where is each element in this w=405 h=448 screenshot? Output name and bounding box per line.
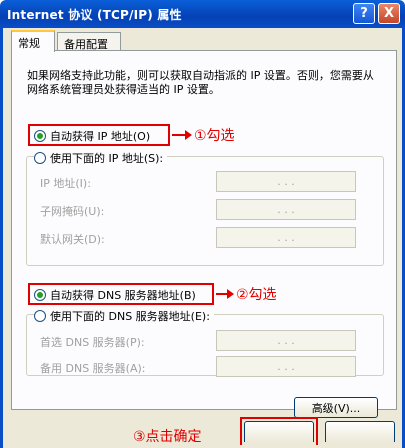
close-button[interactable]: X bbox=[378, 3, 400, 24]
default-gateway-label: 默认网关(D): bbox=[40, 233, 105, 246]
manual-dns-radio[interactable]: 使用下面的 DNS 服务器地址(E): bbox=[34, 308, 214, 324]
cancel-button[interactable] bbox=[325, 421, 395, 442]
ip-address-field[interactable]: . . . bbox=[216, 171, 356, 192]
manual-ip-radio[interactable]: 使用下面的 IP 地址(S): bbox=[34, 150, 168, 166]
subnet-mask-field[interactable]: . . . bbox=[216, 199, 356, 220]
preferred-dns-label: 首选 DNS 服务器(P): bbox=[40, 336, 145, 349]
arrow-step2 bbox=[216, 289, 234, 299]
tab-alternate-config[interactable]: 备用配置 bbox=[57, 32, 121, 52]
preferred-dns-field[interactable]: . . . bbox=[216, 330, 356, 351]
radio-indicator bbox=[34, 130, 46, 142]
general-panel: 如果网络支持此功能，则可以获取自动指派的 IP 设置。否则，您需要从网络系统管理… bbox=[11, 50, 397, 418]
tab-general[interactable]: 常规 bbox=[11, 30, 55, 52]
alternate-dns-field[interactable]: . . . bbox=[216, 356, 356, 377]
help-button[interactable]: ? bbox=[353, 3, 375, 24]
title-bar: Internet 协议 (TCP/IP) 属性 ? X bbox=[0, 0, 405, 28]
advanced-button[interactable]: 高级(V)... bbox=[294, 397, 378, 418]
description-text: 如果网络支持此功能，则可以获取自动指派的 IP 设置。否则，您需要从网络系统管理… bbox=[27, 69, 374, 96]
arrow-step1 bbox=[172, 130, 192, 140]
manual-dns-label: 使用下面的 DNS 服务器地址(E): bbox=[50, 310, 210, 323]
auto-ip-radio[interactable]: 自动获得 IP 地址(O) bbox=[34, 128, 150, 144]
alternate-dns-label: 备用 DNS 服务器(A): bbox=[40, 362, 146, 375]
window-title: Internet 协议 (TCP/IP) 属性 bbox=[7, 8, 182, 22]
annotation-step3: ③点击确定 bbox=[133, 429, 202, 445]
dialog-body: 常规 备用配置 如果网络支持此功能，则可以获取自动指派的 IP 设置。否则，您需… bbox=[0, 28, 405, 448]
radio-indicator bbox=[34, 310, 46, 322]
ip-address-label: IP 地址(I): bbox=[40, 177, 91, 190]
radio-indicator bbox=[34, 152, 46, 164]
auto-ip-label: 自动获得 IP 地址(O) bbox=[50, 130, 151, 143]
default-gateway-field[interactable]: . . . bbox=[216, 227, 356, 248]
auto-dns-radio[interactable]: 自动获得 DNS 服务器地址(B) bbox=[34, 287, 196, 303]
subnet-mask-label: 子网掩码(U): bbox=[40, 205, 105, 218]
annotation-step1: ①勾选 bbox=[194, 128, 235, 144]
annotation-step2: ②勾选 bbox=[236, 287, 277, 303]
radio-indicator bbox=[34, 289, 46, 301]
ok-button[interactable] bbox=[244, 421, 314, 442]
auto-dns-label: 自动获得 DNS 服务器地址(B) bbox=[50, 289, 196, 302]
manual-ip-label: 使用下面的 IP 地址(S): bbox=[50, 152, 164, 165]
